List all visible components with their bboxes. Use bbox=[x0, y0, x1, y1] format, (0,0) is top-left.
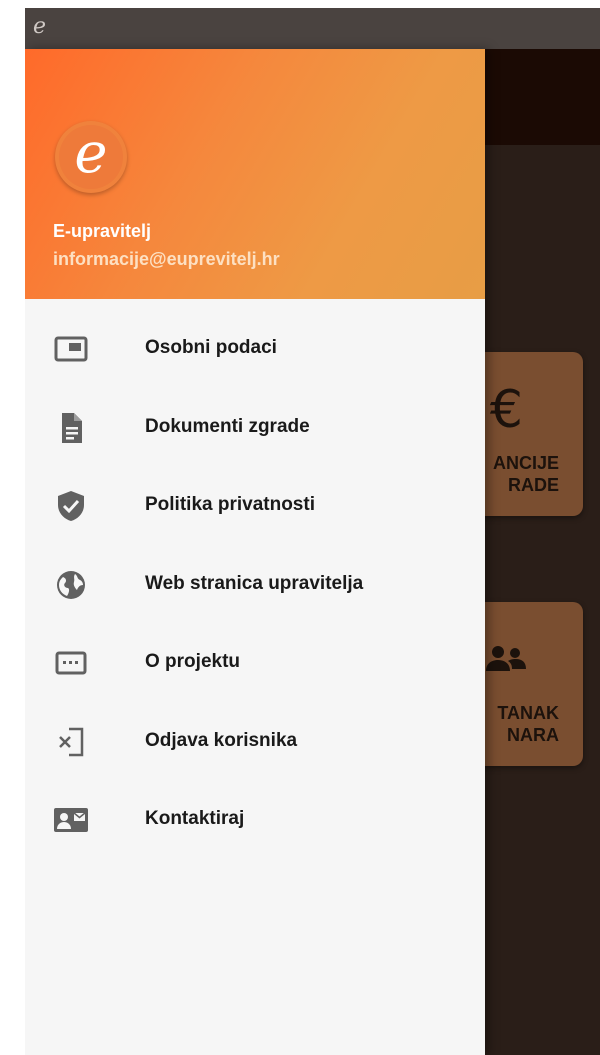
menu-item-o-projektu[interactable]: O projektu bbox=[25, 631, 485, 710]
logout-icon bbox=[53, 726, 89, 758]
menu-item-dokumenti-zgrade[interactable]: Dokumenti zgrade bbox=[25, 396, 485, 475]
status-bar: e bbox=[25, 8, 600, 49]
drawer-menu: Osobni podaci Dokumenti zgrade Politika … bbox=[25, 317, 485, 867]
globe-icon bbox=[53, 569, 89, 601]
app-glyph: e bbox=[33, 14, 47, 39]
menu-item-politika-privatnosti[interactable]: Politika privatnosti bbox=[25, 474, 485, 553]
menu-item-web-stranica[interactable]: Web stranica upravitelja bbox=[25, 553, 485, 632]
keyboard-dots-icon bbox=[53, 647, 89, 679]
document-icon bbox=[53, 412, 89, 444]
contact-card-icon bbox=[53, 804, 89, 836]
menu-item-osobni-podaci[interactable]: Osobni podaci bbox=[25, 317, 485, 396]
shield-check-icon bbox=[53, 490, 89, 522]
menu-item-label: Web stranica upravitelja bbox=[145, 572, 364, 594]
app-logo-letter: e bbox=[59, 125, 123, 189]
menu-item-odjava-korisnika[interactable]: Odjava korisnika bbox=[25, 710, 485, 789]
profile-card-icon bbox=[53, 333, 89, 365]
menu-item-label: Dokumenti zgrade bbox=[145, 415, 310, 437]
menu-item-label: Politika privatnosti bbox=[145, 494, 315, 515]
menu-item-label: Odjava korisnika bbox=[145, 729, 298, 751]
phone-screen: e € ANCIJE RADE TANAK NARA e E-upravitel… bbox=[25, 8, 600, 1055]
menu-item-kontaktiraj[interactable]: Kontaktiraj bbox=[25, 788, 485, 867]
menu-item-label: Kontaktiraj bbox=[145, 808, 245, 829]
app-logo: e bbox=[55, 121, 127, 193]
menu-item-label: Osobni podaci bbox=[145, 337, 277, 358]
account-email: informacije@euprevitelj.hr bbox=[53, 249, 280, 269]
navigation-drawer: e E-upravitelj informacije@euprevitelj.h… bbox=[25, 49, 485, 1055]
drawer-header: e E-upravitelj informacije@euprevitelj.h… bbox=[25, 49, 485, 299]
account-name: E-upravitelj bbox=[53, 221, 152, 241]
menu-item-label: O projektu bbox=[145, 651, 241, 672]
